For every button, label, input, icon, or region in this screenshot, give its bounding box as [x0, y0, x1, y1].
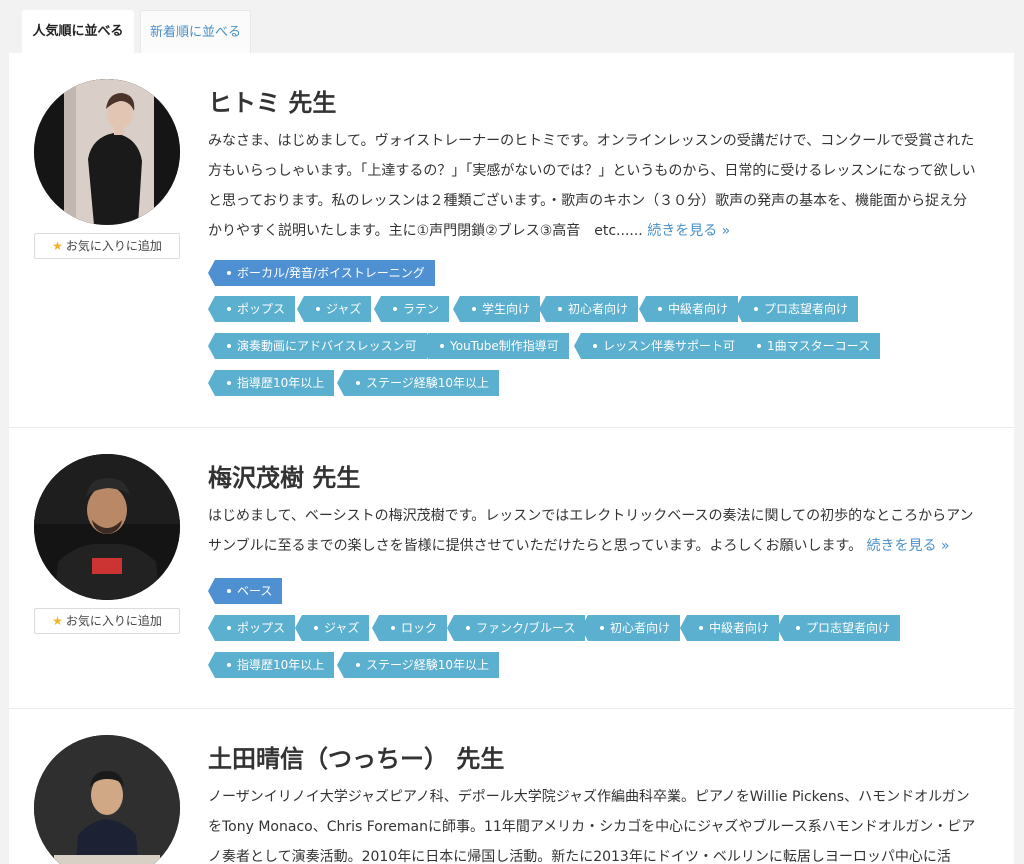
- tag[interactable]: 指導歴10年以上: [207, 652, 335, 678]
- tag[interactable]: 中級者向け: [679, 615, 780, 641]
- read-more-link[interactable]: 続きを見る »: [867, 538, 950, 554]
- teacher-name[interactable]: 土田晴信（つっちー） 先生: [208, 739, 504, 774]
- tag[interactable]: ロック: [371, 615, 448, 641]
- avatar-photo: [34, 79, 180, 225]
- sort-tabs: 人気順に並べる 新着順に並べる: [0, 0, 1024, 54]
- teacher-avatar[interactable]: [34, 454, 180, 600]
- teacher-name[interactable]: ヒトミ 先生: [208, 83, 336, 118]
- tag[interactable]: ジャズ: [294, 615, 370, 641]
- tag[interactable]: 学生向け: [452, 296, 541, 322]
- teacher-description: みなさま、はじめまして。ヴォイストレーナーのヒトミです。オンラインレッスンの受講…: [208, 133, 976, 239]
- teacher-card: ★ お気に入りに追加 梅沢茂樹 先生 はじめまして、ベーシストの梅沢茂樹です。レッ…: [9, 428, 1014, 708]
- teacher-card: ★ お気に入りに追加 ヒトミ 先生 みなさま、はじめまして。ヴォイストレーナーのヒ…: [9, 53, 1014, 427]
- tag[interactable]: ファンク/ブルース: [446, 615, 586, 641]
- tag[interactable]: ステージ経験10年以上: [336, 652, 500, 678]
- tag[interactable]: ジャズ: [296, 296, 372, 322]
- tag[interactable]: 初心者向け: [538, 296, 639, 322]
- teacher-description: ノーザンイリノイ大学ジャズピアノ科、デポール大学院ジャズ作編曲科卒業。ピアノをW…: [208, 789, 976, 864]
- tag[interactable]: 初心者向け: [580, 615, 681, 641]
- tag[interactable]: 中級者向け: [638, 296, 739, 322]
- tag[interactable]: YouTube制作指導可: [421, 333, 569, 359]
- category-tag[interactable]: ボーカル/発音/ボイストレーニング: [208, 260, 435, 286]
- tag[interactable]: 演奏動画にアドバイスレッスン可: [208, 333, 427, 359]
- star-icon: ★: [52, 239, 63, 253]
- tag[interactable]: プロ志望者向け: [776, 615, 901, 641]
- tag[interactable]: ポップス: [207, 296, 296, 322]
- tag[interactable]: ラテン: [373, 296, 450, 322]
- tag[interactable]: ステージ経験10年以上: [336, 370, 500, 396]
- teacher-avatar[interactable]: [34, 735, 180, 864]
- teacher-description: はじめまして、ベーシストの梅沢茂樹です。レッスンではエレクトリックベースの奏法に…: [208, 508, 974, 554]
- tag[interactable]: 1曲マスターコース: [737, 333, 881, 359]
- tab-sort-newest[interactable]: 新着順に並べる: [140, 10, 251, 53]
- teacher-list: ★ お気に入りに追加 ヒトミ 先生 みなさま、はじめまして。ヴォイストレーナーのヒ…: [9, 53, 1014, 864]
- avatar-photo: [34, 454, 180, 600]
- teacher-name[interactable]: 梅沢茂樹 先生: [208, 458, 360, 493]
- star-icon: ★: [52, 614, 63, 628]
- category-tag[interactable]: ベース: [207, 578, 283, 604]
- teacher-avatar[interactable]: [34, 79, 180, 225]
- tab-sort-popular[interactable]: 人気順に並べる: [22, 10, 134, 53]
- tag[interactable]: ポップス: [207, 615, 296, 641]
- read-more-link[interactable]: 続きを見る »: [647, 223, 730, 239]
- tag[interactable]: プロ志望者向け: [734, 296, 859, 322]
- add-favorite-button[interactable]: ★ お気に入りに追加: [34, 608, 180, 634]
- avatar-photo: [34, 735, 180, 864]
- tag[interactable]: レッスン伴奏サポート可: [573, 333, 746, 359]
- add-favorite-button[interactable]: ★ お気に入りに追加: [34, 233, 180, 259]
- tag[interactable]: 指導歴10年以上: [207, 370, 335, 396]
- teacher-card: 土田晴信（つっちー） 先生 ノーザンイリノイ大学ジャズピアノ科、デポール大学院ジ…: [9, 709, 1014, 864]
